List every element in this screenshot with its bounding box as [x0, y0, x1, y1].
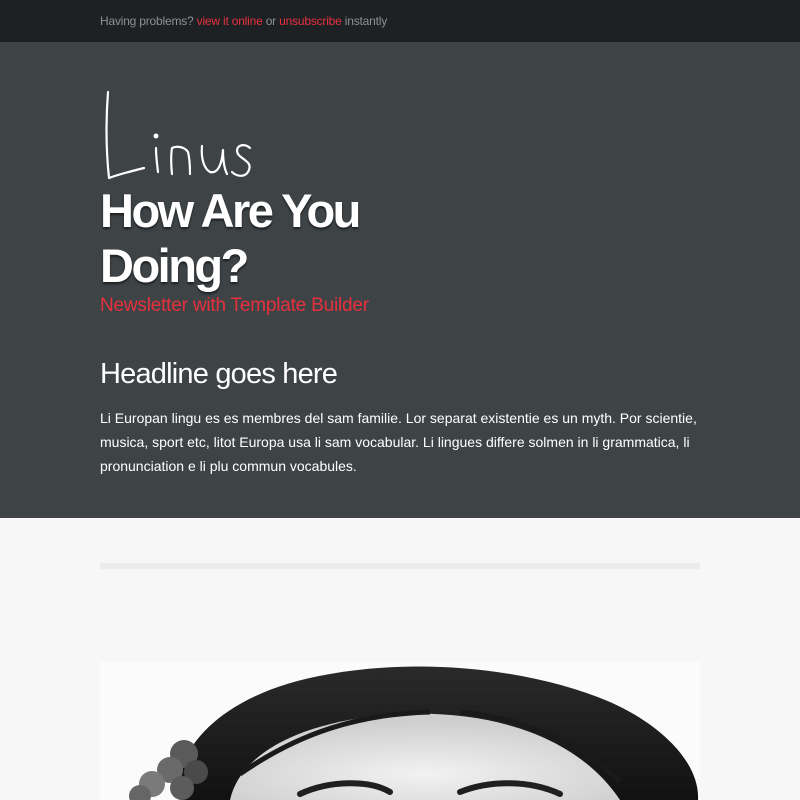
unsubscribe-link[interactable]: unsubscribe	[279, 14, 342, 28]
preheader-or: or	[265, 14, 276, 28]
section-headline: Headline goes here	[100, 358, 338, 390]
preheader-prefix: Having problems?	[100, 14, 194, 28]
title-line-2: Doing?	[100, 239, 249, 292]
newsletter-subtitle: Newsletter with Template Builder	[100, 295, 369, 316]
title-line-1: How Are You	[100, 184, 361, 237]
preheader-suffix: instantly	[344, 14, 388, 28]
main-title: How Are You Doing?	[100, 183, 440, 293]
preheader-bar: Having problems? view it online or unsub…	[0, 0, 800, 42]
linus-logo	[105, 90, 252, 180]
intro-paragraph: Li Europan lingu es es membres del sam f…	[100, 410, 697, 474]
hero-section: How Are You Doing? Newsletter with Templ…	[0, 42, 800, 518]
view-online-link[interactable]: view it online	[197, 14, 263, 28]
portrait-illustration	[100, 662, 700, 800]
preheader-text: Having problems? view it online or unsub…	[100, 14, 387, 28]
portrait-photo	[100, 662, 700, 800]
content-divider	[100, 563, 700, 569]
